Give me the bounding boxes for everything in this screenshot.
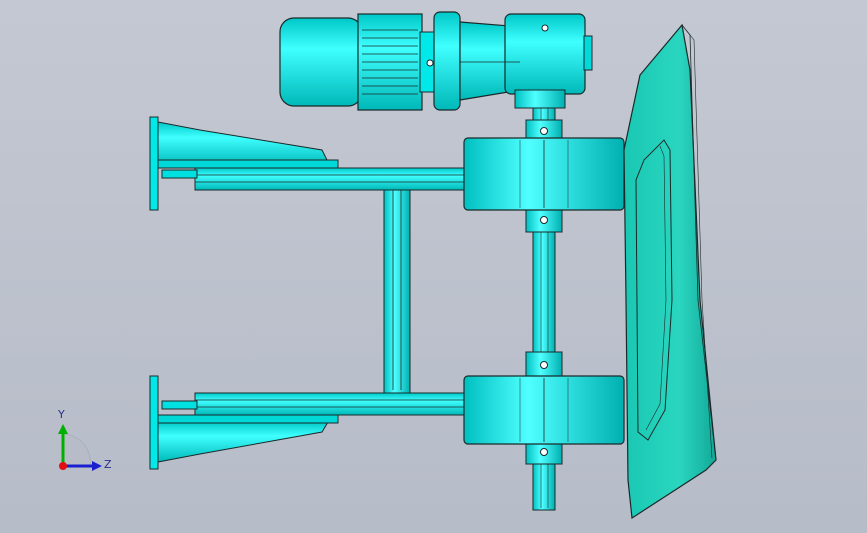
- y-axis-label: Y: [58, 408, 65, 421]
- z-axis-arrowhead: [92, 461, 102, 471]
- gear-motor[interactable]: [279, 13, 435, 111]
- frame-lower-arm[interactable]: [161, 392, 468, 416]
- triad-quadrant: [62, 433, 91, 467]
- y-axis-arrowhead: [58, 424, 68, 434]
- lower-mount-bracket[interactable]: [149, 375, 339, 470]
- assembly-model[interactable]: [0, 0, 867, 533]
- x-axis-dot: [59, 462, 67, 470]
- coordinate-triad: Y Z: [48, 408, 118, 480]
- frame-upper-arm[interactable]: [161, 167, 468, 191]
- gearbox[interactable]: [433, 11, 593, 111]
- upper-mount-bracket[interactable]: [149, 116, 339, 211]
- frame-cross-member[interactable]: [383, 187, 411, 394]
- upper-bearing-housing[interactable]: [463, 137, 625, 211]
- z-axis-label: Z: [104, 458, 112, 471]
- lower-bearing-housing[interactable]: [463, 375, 625, 445]
- cad-viewport[interactable]: Y Z: [0, 0, 867, 533]
- blade-plate[interactable]: [623, 23, 717, 520]
